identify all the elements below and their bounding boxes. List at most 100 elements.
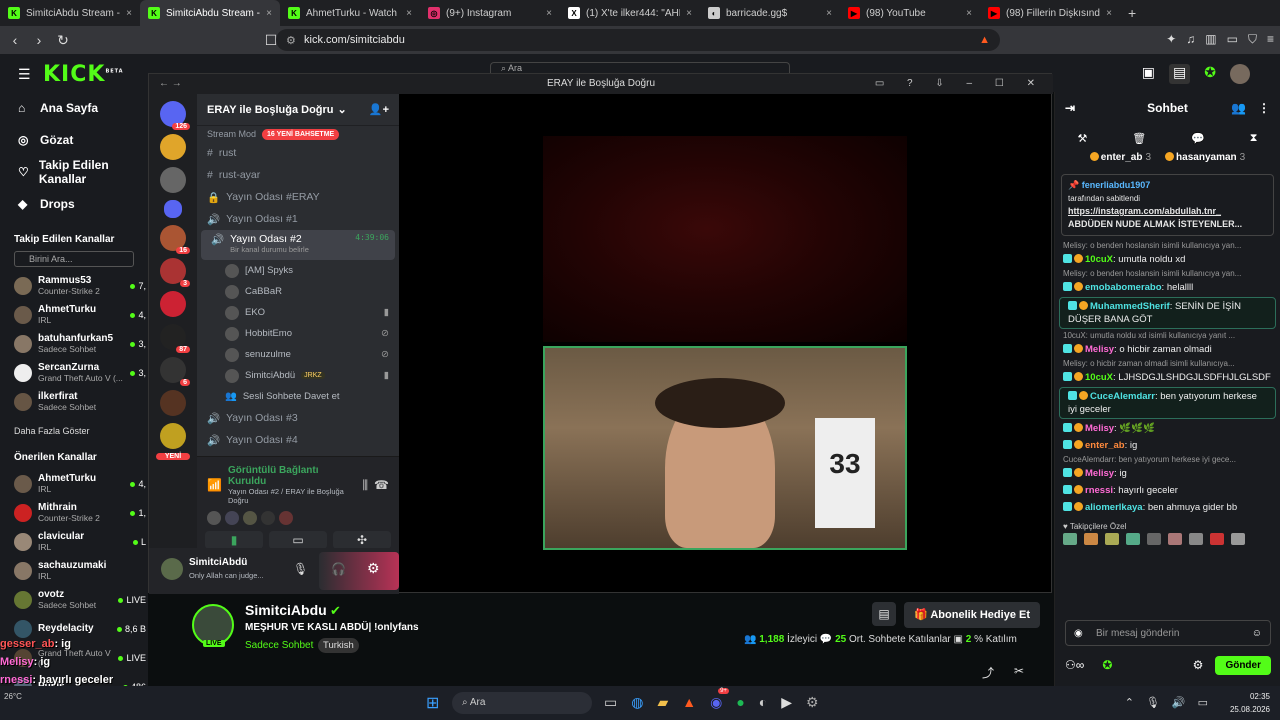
emote-icon[interactable] <box>1063 533 1077 545</box>
channel-item[interactable]: SercanZurna Grand Theft Auto V (... 3, <box>0 358 148 387</box>
channel-item[interactable]: sachauzumaki IRL <box>0 556 148 585</box>
tab-close-icon[interactable]: × <box>686 8 692 19</box>
shield-icon[interactable]: ⛉ <box>1248 32 1257 47</box>
profile-avatar[interactable] <box>1230 64 1250 84</box>
chat-bubble-icon[interactable]: 💬 <box>1191 132 1205 145</box>
window-controls[interactable]: ▭ ? ⇩ – ☐ ✕ <box>875 74 1045 94</box>
emote-icon[interactable] <box>1084 533 1098 545</box>
emote-icon[interactable] <box>1105 533 1119 545</box>
server-icon[interactable] <box>160 134 186 160</box>
tray-chevron-icon[interactable]: ⌃ <box>1125 696 1134 709</box>
site-info-icon[interactable]: ⚙ <box>286 34 296 47</box>
voice-user[interactable]: SimitciAbdü JRKZ ▮ <box>197 365 399 386</box>
chat-username[interactable]: Melisy <box>1085 423 1114 434</box>
server-icon[interactable]: 6 <box>160 357 190 386</box>
chat-username[interactable]: emobabomerabo <box>1085 282 1162 293</box>
tab-close-icon[interactable]: × <box>546 8 552 19</box>
chat-username[interactable]: Melisy <box>1085 344 1114 355</box>
wallet-icon[interactable]: ▭ <box>1227 32 1238 47</box>
video-tile-eray[interactable] <box>543 136 907 342</box>
emote-icon[interactable] <box>1147 533 1161 545</box>
hamburger-icon[interactable]: ☰ <box>18 66 31 83</box>
browser-tab[interactable]: ◎ (9+) Instagram × <box>420 0 560 26</box>
browser-tab[interactable]: X (1) X'te ilker444: "AHMET PAR × <box>560 0 700 26</box>
emote-icon[interactable] <box>1168 533 1182 545</box>
url-bar[interactable]: ⚙ kick.com/simitciabdu ▲ <box>276 29 1000 51</box>
server-icon[interactable]: 16 <box>160 225 190 254</box>
chat-username[interactable]: aliomerlkaya <box>1085 502 1143 513</box>
voice-user[interactable]: CaBBaR <box>197 281 399 302</box>
server-icon[interactable]: 126 <box>160 101 190 130</box>
emote-icon[interactable] <box>1126 533 1140 545</box>
browser-tab[interactable]: ▶ (98) Fillerin Dişkısından elde e × <box>980 0 1120 26</box>
browser-tab[interactable]: ▶ (98) YouTube × <box>840 0 980 26</box>
menu-icon[interactable]: ≡ <box>1267 32 1274 47</box>
subscribe-icon[interactable]: ▤ <box>872 602 896 626</box>
server-icon[interactable] <box>160 390 186 416</box>
video-tile-simitciabdu[interactable]: 33 <box>543 346 907 550</box>
tab-close-icon[interactable]: × <box>826 8 832 19</box>
streamer-name[interactable]: SimitciAbdu <box>245 602 327 618</box>
brave-icon[interactable]: ▲ <box>682 694 696 711</box>
nav-item-compass[interactable]: ◎ Gözat <box>0 124 148 156</box>
chat-username[interactable]: 10cuX <box>1085 254 1113 265</box>
voice-user[interactable]: [AM] Spyks <box>197 260 399 281</box>
volume-icon[interactable]: 🔊 <box>1172 696 1186 709</box>
emote-icon[interactable] <box>1210 533 1224 545</box>
discord-icon[interactable]: ◉ 9+ <box>710 688 729 711</box>
mic-icon[interactable]: 🎙 <box>293 562 308 576</box>
brave-shield-icon[interactable]: ▲ <box>979 34 990 46</box>
tab-close-icon[interactable]: × <box>406 8 412 19</box>
new-tab-icon[interactable]: + <box>1120 5 1144 21</box>
server-icon[interactable]: 87 <box>160 324 190 353</box>
tab-close-icon[interactable]: × <box>126 8 132 19</box>
nav-item-home[interactable]: ⌂ Ana Sayfa <box>0 92 148 124</box>
kick-logo[interactable]: KICKBETA <box>43 62 124 87</box>
chat-settings-icon[interactable]: ⚙ <box>1193 658 1204 672</box>
theater-icon[interactable]: ▣ <box>1142 64 1155 84</box>
nav-item-heart[interactable]: ♡ Takip Edilen Kanallar <box>0 156 148 188</box>
battery-icon[interactable]: ▭ <box>1198 696 1208 709</box>
voice-channel[interactable]: 🔊 Yayın Odası #4 <box>197 429 399 451</box>
voice-user[interactable]: HobbitEmo ⊘ <box>197 323 399 344</box>
chat-features-icon[interactable]: ⚇∞ <box>1065 658 1084 672</box>
taskbar-search[interactable]: ⌕ Ara <box>452 692 592 714</box>
voice-user[interactable]: EKO ▮ <box>197 302 399 323</box>
share-icon[interactable]: ⤴ <box>982 664 994 681</box>
spotify-icon[interactable]: ● <box>736 694 744 711</box>
tab-close-icon[interactable]: × <box>1106 8 1112 19</box>
top-gifter[interactable]: enter_ab 3 <box>1089 152 1151 170</box>
back-icon[interactable]: ‹ <box>6 32 24 48</box>
chat-menu-icon[interactable]: ⋮ <box>1258 101 1270 115</box>
stream-tag[interactable]: Turkish <box>318 638 359 653</box>
chat-username[interactable]: rnessi <box>1085 485 1113 496</box>
emote-icon[interactable] <box>1231 533 1245 545</box>
browser-tab[interactable]: K SimitciAbdu Stream - Wat × <box>140 0 280 26</box>
voice-user[interactable]: senuzulme ⊘ <box>197 344 399 365</box>
mic-tray-icon[interactable]: 🎙 <box>1146 696 1160 709</box>
windows-start-icon[interactable]: ⊞ <box>426 693 439 713</box>
kick-points-icon[interactable]: ✪ <box>1102 658 1112 672</box>
server-icon[interactable]: 3 <box>160 258 190 287</box>
settings-app-icon[interactable]: ⚙ <box>806 694 819 711</box>
folder-icon[interactable]: ▰ <box>657 694 668 711</box>
server-icon[interactable] <box>160 291 186 317</box>
hammer-icon[interactable]: ⚒ <box>1077 132 1087 145</box>
server-name[interactable]: ERAY ile Boşluğa Doğru ⌄ 👤+ <box>197 94 399 126</box>
sidebar-icon[interactable]: ▥ <box>1205 32 1216 47</box>
browser-tab[interactable]: K AhmetTurku - Watch clips on × <box>280 0 420 26</box>
channel-item[interactable]: Mithrain Counter-Strike 2 1, <box>0 498 148 527</box>
nav-item-drops[interactable]: ◆ Drops <box>0 188 148 220</box>
collapse-chat-icon[interactable]: ⇥ <box>1065 101 1075 115</box>
settings-gear-icon[interactable]: ⚙ <box>367 560 380 577</box>
discord-back-icon[interactable]: ← → <box>159 74 182 94</box>
hourglass-icon[interactable]: ⧗ <box>1250 132 1258 145</box>
chat-username[interactable]: MuhammedSherif <box>1090 301 1170 312</box>
files-icon[interactable]: ▭ <box>604 694 617 711</box>
gift-sub-button[interactable]: 🎁 Abonelik Hediye Et <box>904 602 1040 628</box>
music-icon[interactable]: ♫ <box>1186 32 1195 47</box>
kick-coin-icon[interactable]: ✪ <box>1204 64 1216 84</box>
active-voice-channel[interactable]: 🔊 Yayın Odası #2 Bir kanal durumu belirle 4… <box>201 230 395 260</box>
media-player-icon[interactable]: ▶ <box>781 694 792 711</box>
chat-username[interactable]: enter_ab <box>1085 440 1125 451</box>
